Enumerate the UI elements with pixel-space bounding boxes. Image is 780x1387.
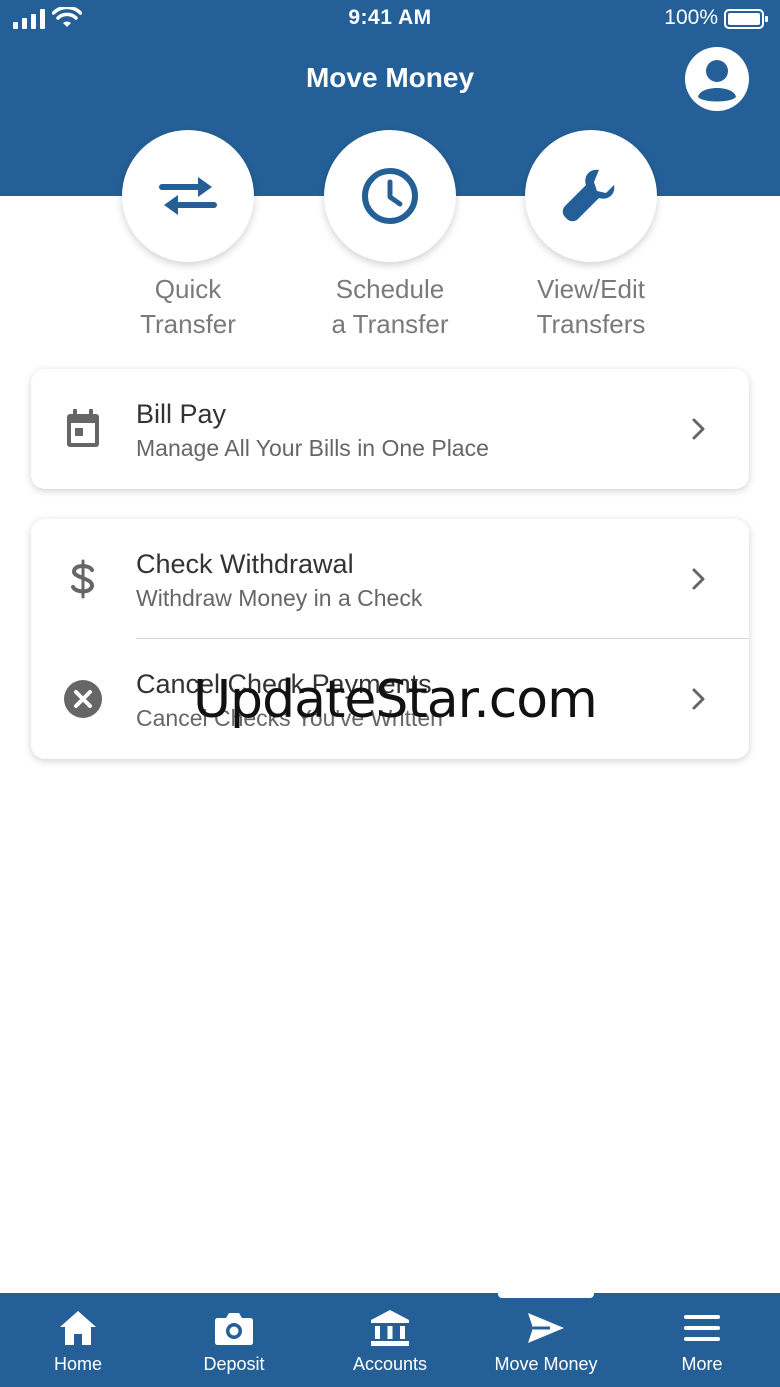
battery-icon bbox=[724, 9, 768, 29]
chevron-right-icon bbox=[692, 568, 705, 590]
clock-icon bbox=[362, 168, 418, 224]
tab-more[interactable]: More bbox=[624, 1293, 780, 1387]
tab-label-more: More bbox=[681, 1354, 723, 1374]
wrench-icon bbox=[562, 169, 615, 222]
chevron-right-icon bbox=[692, 418, 705, 440]
battery-percentage: 100% bbox=[664, 6, 718, 29]
send-icon bbox=[528, 1313, 564, 1343]
chevron-right-icon bbox=[692, 688, 705, 710]
bill-pay-card[interactable]: Bill Pay Manage All Your Bills in One Pl… bbox=[31, 369, 749, 489]
tab-deposit[interactable]: Deposit bbox=[156, 1293, 312, 1387]
bill-pay-row[interactable]: Bill Pay Manage All Your Bills in One Pl… bbox=[31, 369, 749, 489]
quick-transfer-circle[interactable] bbox=[122, 130, 254, 262]
tab-label-deposit: Deposit bbox=[203, 1354, 265, 1374]
bill-pay-title: Bill Pay bbox=[136, 399, 227, 429]
tab-label-move-money: Move Money bbox=[494, 1354, 598, 1374]
tab-accounts[interactable]: Accounts bbox=[312, 1293, 468, 1387]
check-withdrawal-title: Check Withdrawal bbox=[136, 549, 354, 579]
dollar-sign-icon bbox=[63, 559, 103, 599]
schedule-transfer-button[interactable]: Schedule a Transfer bbox=[300, 130, 480, 342]
tab-home[interactable]: Home bbox=[0, 1293, 156, 1387]
tab-label-accounts: Accounts bbox=[352, 1354, 428, 1374]
view-edit-transfers-circle[interactable] bbox=[525, 130, 657, 262]
tab-label-home: Home bbox=[53, 1354, 102, 1374]
calendar-icon bbox=[63, 409, 103, 449]
menu-icon bbox=[684, 1315, 720, 1341]
status-bar: 9:41 AM 100% bbox=[0, 0, 780, 40]
bill-pay-subtitle: Manage All Your Bills in One Place bbox=[136, 435, 489, 461]
home-icon bbox=[60, 1311, 96, 1345]
page-title: Move Money bbox=[305, 62, 475, 93]
quick-transfer-label: Quick Transfer bbox=[140, 274, 236, 339]
tab-move-money[interactable]: Move Money bbox=[468, 1293, 624, 1387]
quick-transfer-button[interactable]: Quick Transfer bbox=[98, 130, 278, 342]
check-withdrawal-subtitle: Withdraw Money in a Check bbox=[136, 585, 423, 611]
cancel-circle-icon bbox=[63, 679, 103, 719]
tab-bar: Home Deposit Accounts Move Money More bbox=[0, 1293, 780, 1387]
view-edit-transfers-button[interactable]: View/Edit Transfers bbox=[501, 130, 681, 342]
schedule-transfer-label: Schedule a Transfer bbox=[331, 274, 449, 339]
profile-button[interactable] bbox=[685, 47, 749, 111]
user-icon bbox=[687, 49, 747, 109]
view-edit-transfers-label: View/Edit Transfers bbox=[536, 274, 646, 339]
active-tab-indicator bbox=[498, 1293, 594, 1298]
status-time: 9:41 AM bbox=[348, 6, 432, 29]
schedule-transfer-circle[interactable] bbox=[324, 130, 456, 262]
swap-arrows-icon bbox=[159, 177, 217, 215]
bank-icon bbox=[371, 1310, 409, 1346]
watermark: UpdateStar.com bbox=[193, 670, 598, 730]
check-withdrawal-row[interactable]: Check Withdrawal Withdraw Money in a Che… bbox=[31, 519, 749, 639]
camera-icon bbox=[215, 1313, 253, 1345]
